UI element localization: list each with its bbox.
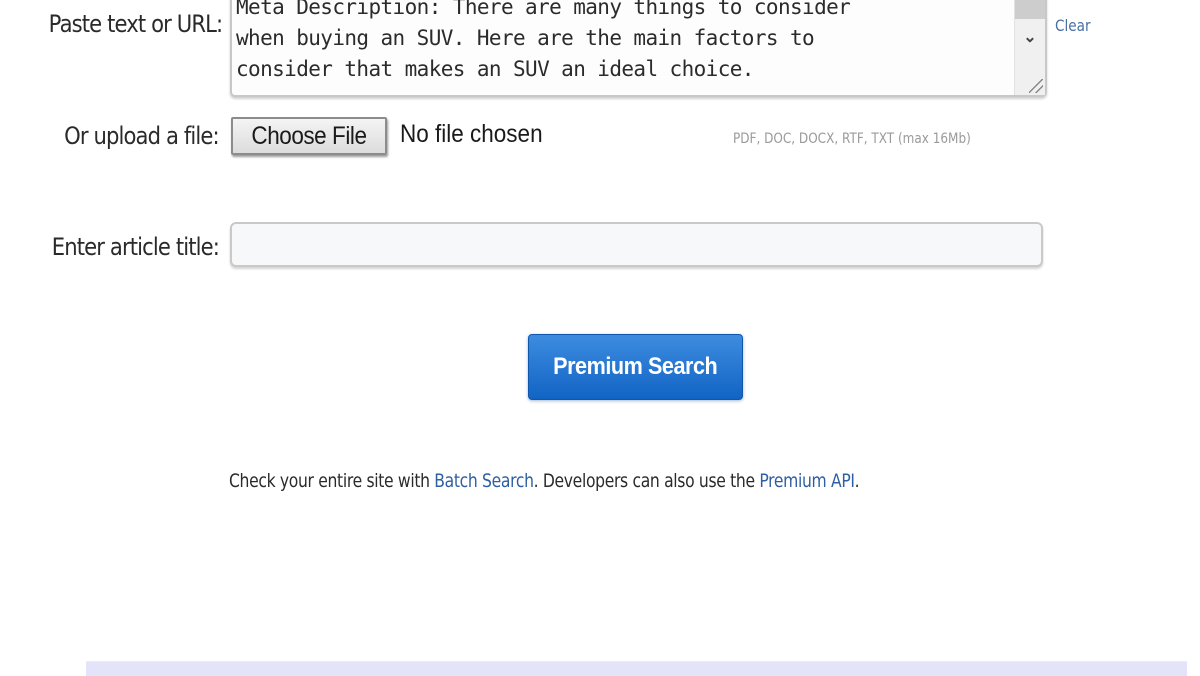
upload-file-label: Or upload a file:: [64, 122, 220, 150]
paste-text-value[interactable]: Meta Description: There are many things …: [236, 0, 1007, 85]
clear-link[interactable]: Clear: [1055, 16, 1091, 35]
premium-search-label: Premium Search: [553, 353, 718, 380]
chevron-down-icon[interactable]: ⌄: [1015, 22, 1045, 52]
premium-api-link[interactable]: Premium API: [759, 470, 855, 492]
footer-note: Check your entire site with Batch Search…: [229, 470, 860, 492]
footer-text-3: .: [854, 470, 860, 492]
batch-search-link[interactable]: Batch Search: [434, 470, 534, 492]
premium-search-button[interactable]: Premium Search: [528, 334, 743, 400]
file-status-text: No file chosen: [400, 120, 543, 148]
article-title-label: Enter article title:: [51, 233, 220, 261]
paste-text-textarea[interactable]: Meta Description: There are many things …: [230, 0, 1047, 97]
scrollbar-thumb[interactable]: [1015, 0, 1045, 19]
article-title-input[interactable]: [230, 222, 1043, 267]
choose-file-label: Choose File: [251, 121, 367, 150]
footer-text-1: Check your entire site with: [229, 470, 435, 492]
footer-text-2: . Developers can also use the: [533, 470, 760, 492]
paste-text-label: Paste text or URL:: [48, 10, 223, 38]
bottom-panel: [86, 661, 1187, 676]
choose-file-button[interactable]: Choose File: [231, 117, 387, 155]
resize-grip-icon[interactable]: [1029, 79, 1043, 93]
file-types-hint: PDF, DOC, DOCX, RTF, TXT (max 16Mb): [733, 131, 971, 147]
